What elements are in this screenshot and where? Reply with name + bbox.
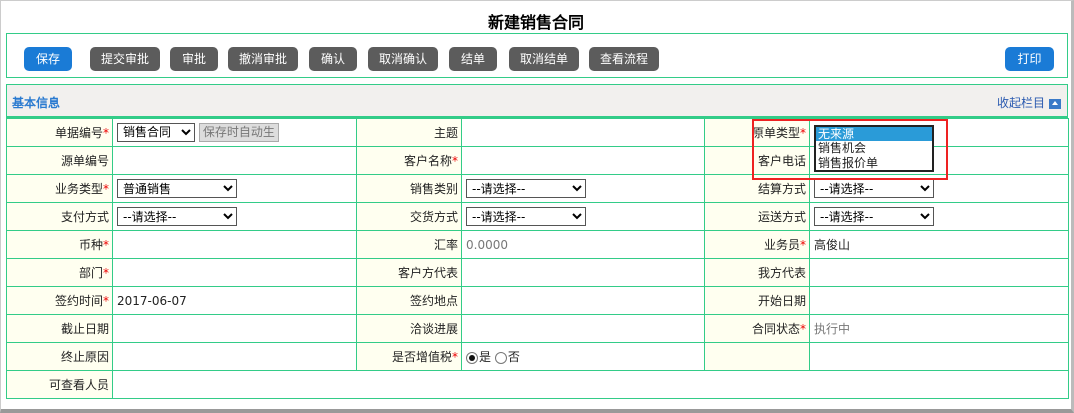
cancel-approval-button[interactable]: 撤消审批 (228, 47, 298, 71)
start-date-input[interactable] (809, 286, 1069, 315)
label-end: 截止日期 (6, 314, 113, 343)
label-subject: 主题 (356, 118, 462, 147)
vat-radios: 是 否 (461, 342, 705, 371)
label-ship: 运送方式 (704, 202, 810, 231)
label-term-reason: 终止原因 (6, 342, 113, 371)
subject-input[interactable] (461, 118, 705, 147)
sale-category-select[interactable]: --请选择-- (466, 179, 586, 198)
label-viewers: 可查看人员 (6, 370, 113, 399)
status-value: 执行中 (809, 314, 1069, 343)
close-order-button[interactable]: 结单 (449, 47, 497, 71)
source-no-input[interactable] (112, 146, 357, 175)
cust-rep-input[interactable] (461, 258, 705, 287)
label-vat: 是否增值税* (356, 342, 462, 371)
empty-value (809, 342, 1069, 371)
empty-label (704, 342, 810, 371)
section-header: 基本信息 收起栏目 (6, 84, 1068, 118)
settlement-select[interactable]: --请选择-- (814, 179, 934, 198)
submit-approval-button[interactable]: 提交审批 (90, 47, 160, 71)
label-biz-type: 业务类型* (6, 174, 113, 203)
toolbar: 保存 提交审批 审批 撤消审批 确认 取消确认 结单 取消结单 查看流程 打印 (6, 33, 1068, 78)
vat-no-radio[interactable] (494, 351, 507, 364)
label-source-no: 源单编号 (6, 146, 113, 175)
shipping-select[interactable]: --请选择-- (814, 207, 934, 226)
customer-input[interactable] (461, 146, 705, 175)
payment-select[interactable]: --请选择-- (117, 207, 237, 226)
sales-value[interactable]: 高俊山 (809, 230, 1069, 259)
label-cust-rep: 客户方代表 (356, 258, 462, 287)
doc-no-auto-field: 保存时自动生 (198, 123, 279, 143)
highlight-box (752, 119, 948, 180)
label-currency: 币种* (6, 230, 113, 259)
label-sales: 业务员* (704, 230, 810, 259)
delivery-select[interactable]: --请选择-- (466, 207, 586, 226)
label-status: 合同状态* (704, 314, 810, 343)
rate-value[interactable]: 0.0000 (461, 230, 705, 259)
label-sale-cat: 销售类别 (356, 174, 462, 203)
label-doc-no: 单据编号* (6, 118, 113, 147)
viewers-input[interactable] (112, 370, 1069, 399)
dept-input[interactable] (112, 258, 357, 287)
value-doc-no: 销售合同 保存时自动生 (112, 118, 357, 147)
sign-place-input[interactable] (461, 286, 705, 315)
collapse-label: 收起栏目 (996, 96, 1045, 110)
confirm-button[interactable]: 确认 (309, 47, 357, 71)
vat-no-label: 否 (507, 350, 520, 364)
currency-input[interactable] (112, 230, 357, 259)
label-start: 开始日期 (704, 286, 810, 315)
label-sign-date: 签约时间* (6, 286, 113, 315)
collapse-up-icon (1049, 98, 1061, 109)
page-title: 新建销售合同 (487, 13, 584, 32)
doc-type-select[interactable]: 销售合同 (117, 122, 195, 142)
cancel-confirm-button[interactable]: 取消确认 (368, 47, 438, 71)
section-title: 基本信息 (12, 96, 61, 110)
vat-yes-label: 是 (479, 350, 492, 364)
collapse-link[interactable]: 收起栏目 (997, 94, 1061, 111)
label-delivery: 交货方式 (356, 202, 462, 231)
sign-date-value[interactable]: 2017-06-07 (112, 286, 357, 315)
label-dept: 部门* (6, 258, 113, 287)
our-rep-input[interactable] (809, 258, 1069, 287)
biz-type-select[interactable]: 普通销售 (117, 179, 237, 198)
approve-button[interactable]: 审批 (170, 47, 218, 71)
view-workflow-button[interactable]: 查看流程 (589, 47, 659, 71)
label-customer: 客户名称* (356, 146, 462, 175)
print-button[interactable]: 打印 (1005, 47, 1054, 71)
label-progress: 洽谈进展 (356, 314, 462, 343)
end-date-input[interactable] (112, 314, 357, 343)
vat-yes-radio[interactable] (466, 351, 478, 364)
label-pay: 支付方式 (6, 202, 113, 231)
cancel-close-button[interactable]: 取消结单 (509, 47, 579, 71)
progress-input[interactable] (461, 314, 705, 343)
term-reason-input[interactable] (112, 342, 357, 371)
save-button[interactable]: 保存 (24, 47, 72, 71)
label-sign-place: 签约地点 (356, 286, 462, 315)
label-our-rep: 我方代表 (704, 258, 810, 287)
label-rate: 汇率 (356, 230, 462, 259)
